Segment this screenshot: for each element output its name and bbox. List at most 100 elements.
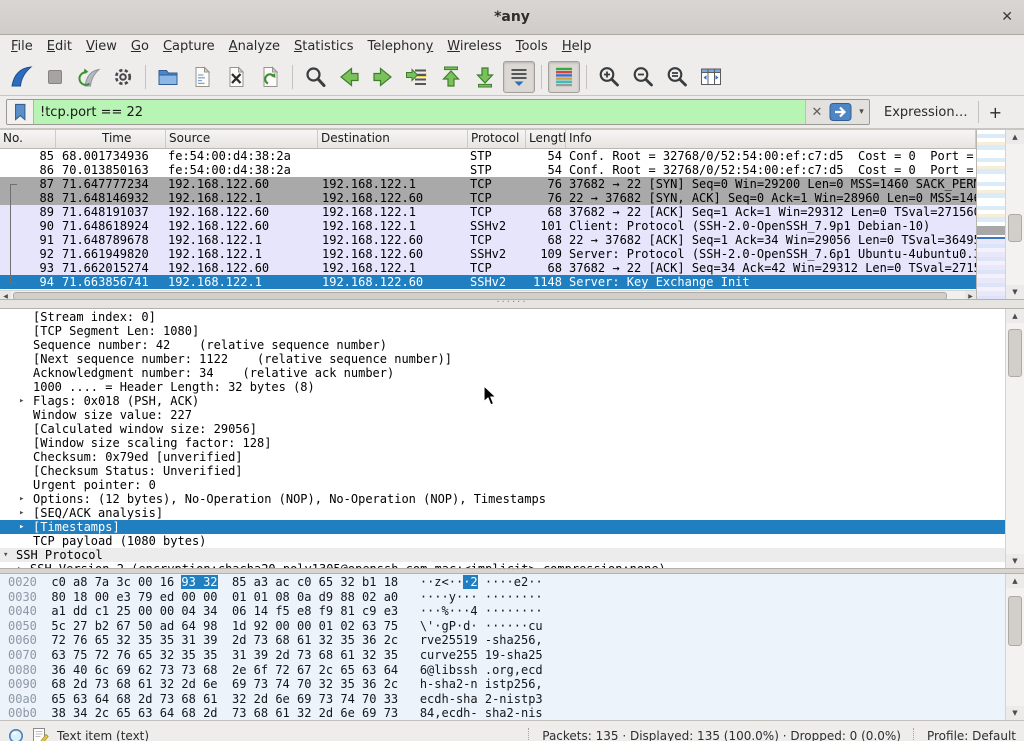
auto-scroll-button[interactable] [503,61,535,93]
hex-row-00a0[interactable]: 00a0 65 63 64 68 2d 73 68 61 32 2d 6e 69… [8,692,1014,707]
menu-analyze[interactable]: Analyze [222,37,287,56]
capture-start-button[interactable] [5,61,37,93]
filter-bookmark-button[interactable] [7,100,34,124]
colorize-button[interactable] [548,61,580,93]
expander-closed-icon[interactable]: ▸ [19,520,24,534]
vscroll-thumb[interactable] [1008,214,1022,242]
menu-edit[interactable]: Edit [40,37,79,56]
hex-scroll-down-icon[interactable]: ▼ [1006,706,1024,720]
expert-info-icon[interactable] [8,728,24,741]
column-header-no[interactable]: No. [0,130,56,148]
menu-capture[interactable]: Capture [156,37,222,56]
open-file-button[interactable] [152,61,184,93]
detail-line-7[interactable]: Window size value: 227 [0,408,1006,422]
packet-row-85[interactable]: 8568.001734936fe:54:00:d4:38:2aSTP54Conf… [0,149,976,163]
resize-columns-button[interactable] [695,61,727,93]
packet-row-94[interactable]: 9471.663856741192.168.122.1192.168.122.6… [0,275,976,289]
detail-line-11[interactable]: [Checksum Status: Unverified] [0,464,1006,478]
go-back-button[interactable] [333,61,365,93]
hex-scroll-up-icon[interactable]: ▲ [1006,574,1024,588]
packet-row-90[interactable]: 9071.648618924192.168.122.60192.168.122.… [0,219,976,233]
filter-apply-button[interactable] [828,100,854,124]
detail-line-13[interactable]: ▸Options: (12 bytes), No-Operation (NOP)… [0,492,1006,506]
close-file-button[interactable] [220,61,252,93]
detail-line-6[interactable]: ▸Flags: 0x018 (PSH, ACK) [0,394,1006,408]
column-header-time[interactable]: Time [56,130,166,148]
vscroll-up-arrow-icon[interactable]: ▲ [1006,130,1024,144]
zoom-in-button[interactable] [593,61,625,93]
capture-stop-button[interactable] [39,61,71,93]
detail-line-14[interactable]: ▸[SEQ/ACK analysis] [0,506,1006,520]
hex-row-0090[interactable]: 0090 68 2d 73 68 61 32 2d 6e 69 73 74 70… [8,677,1014,692]
hex-row-0020[interactable]: 0020 c0 a8 7a 3c 00 16 93 32 85 a3 ac c0… [8,575,1014,590]
hex-row-00b0[interactable]: 00b0 38 34 2c 65 63 64 68 2d 73 68 61 32… [8,706,1014,720]
capture-restart-button[interactable] [73,61,105,93]
expander-closed-icon[interactable]: ▸ [19,506,24,520]
hscroll-thumb[interactable] [13,292,947,299]
hex-row-0080[interactable]: 0080 36 40 6c 69 62 73 73 68 2e 6f 72 67… [8,663,1014,678]
menu-help[interactable]: Help [555,37,599,56]
go-last-button[interactable] [469,61,501,93]
hex-vscrollbar[interactable]: ▲ ▼ [1005,574,1024,720]
hscroll-right-arrow-icon[interactable]: ▶ [965,291,976,299]
expander-open-icon[interactable]: ▾ [3,548,8,562]
packet-row-91[interactable]: 9171.648789678192.168.122.1192.168.122.6… [0,233,976,247]
packet-list-vscrollbar[interactable]: ▲ ▼ [1005,130,1024,299]
packet-row-88[interactable]: 8871.648146932192.168.122.1192.168.122.6… [0,191,976,205]
detail-line-5[interactable]: 1000 .... = Header Length: 32 bytes (8) [0,380,1006,394]
detail-scroll-down-icon[interactable]: ▼ [1006,554,1024,568]
filter-history-caret[interactable]: ▾ [854,100,869,124]
packet-row-87[interactable]: 8771.647777234192.168.122.60192.168.122.… [0,177,976,191]
close-icon[interactable]: ✕ [1001,8,1013,26]
detail-line-8[interactable]: [Calculated window size: 29056] [0,422,1006,436]
expander-closed-icon[interactable]: ▸ [19,492,24,506]
capture-comment-icon[interactable] [32,727,49,741]
hex-row-0050[interactable]: 0050 5c 27 b2 67 50 ad 64 98 1d 92 00 00… [8,619,1014,634]
hex-dump[interactable]: 0020 c0 a8 7a 3c 00 16 93 32 85 a3 ac c0… [0,574,1014,720]
hex-row-0040[interactable]: 0040 a1 dd c1 25 00 00 04 34 06 14 f5 e8… [8,604,1014,619]
column-header-source[interactable]: Source [166,130,318,148]
menu-view[interactable]: View [79,37,124,56]
intelligent-scrollbar-minimap[interactable] [976,130,1005,299]
column-header-info[interactable]: Info [566,130,976,148]
hex-row-0060[interactable]: 0060 72 76 65 32 35 35 31 39 2d 73 68 61… [8,633,1014,648]
save-file-button[interactable] [186,61,218,93]
add-filter-button[interactable]: + [979,103,1012,122]
reload-file-button[interactable] [254,61,286,93]
capture-options-button[interactable] [107,61,139,93]
go-to-packet-button[interactable] [401,61,433,93]
detail-line-0[interactable]: [Stream index: 0] [0,310,1006,324]
detail-line-10[interactable]: Checksum: 0x79ed [unverified] [0,450,1006,464]
packet-row-93[interactable]: 9371.662015274192.168.122.60192.168.122.… [0,261,976,275]
packet-list-hscrollbar[interactable]: ◀ ▶ [0,290,976,299]
packet-row-89[interactable]: 8971.648191037192.168.122.60192.168.122.… [0,205,976,219]
pane-splitter-top[interactable]: ······ [0,299,1024,309]
menu-go[interactable]: Go [124,37,156,56]
column-header-protocol[interactable]: Protocol [468,130,526,148]
detail-vscrollbar[interactable]: ▲ ▼ [1005,309,1024,568]
detail-line-18[interactable]: ▸SSH Version 2 (encryption:chacha20-poly… [0,562,1006,568]
hscroll-left-arrow-icon[interactable]: ◀ [0,291,11,299]
detail-line-4[interactable]: Acknowledgment number: 34 (relative ack … [0,366,1006,380]
expander-closed-icon[interactable]: ▸ [19,394,24,408]
vscroll-down-arrow-icon[interactable]: ▼ [1006,285,1024,299]
detail-line-16[interactable]: TCP payload (1080 bytes) [0,534,1006,548]
expander-closed-icon[interactable]: ▸ [17,562,22,568]
filter-clear-button[interactable]: ✕ [805,100,828,124]
menu-tools[interactable]: Tools [509,37,555,56]
menu-file[interactable]: File [4,37,40,56]
hex-row-0030[interactable]: 0030 80 18 00 e3 79 ed 00 00 01 01 08 0a… [8,590,1014,605]
packet-row-92[interactable]: 9271.661949820192.168.122.1192.168.122.6… [0,247,976,261]
detail-line-9[interactable]: [Window size scaling factor: 128] [0,436,1006,450]
find-packet-button[interactable] [299,61,331,93]
detail-line-2[interactable]: Sequence number: 42 (relative sequence n… [0,338,1006,352]
zoom-reset-button[interactable] [661,61,693,93]
go-first-button[interactable] [435,61,467,93]
zoom-out-button[interactable] [627,61,659,93]
detail-line-1[interactable]: [TCP Segment Len: 1080] [0,324,1006,338]
packet-row-86[interactable]: 8670.013850163fe:54:00:d4:38:2aSTP54Conf… [0,163,976,177]
go-forward-button[interactable] [367,61,399,93]
expression-button[interactable]: Expression… [884,105,968,120]
column-header-length[interactable]: Length [526,130,566,148]
detail-scroll-thumb[interactable] [1008,329,1022,377]
